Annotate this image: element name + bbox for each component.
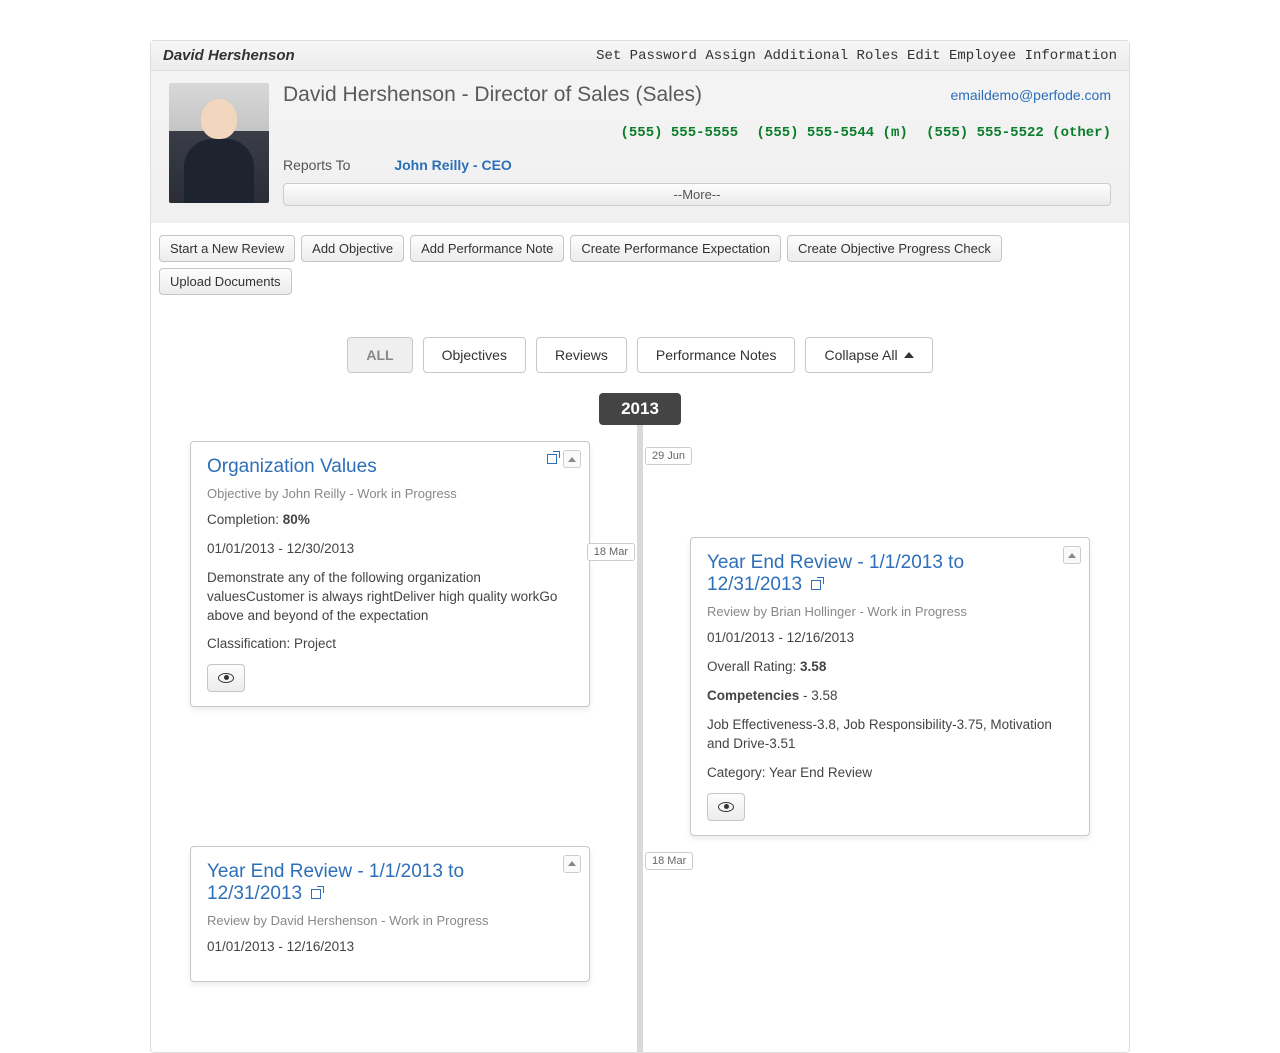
year-badge: 2013 (599, 393, 681, 425)
eye-icon (718, 802, 734, 812)
more-toggle-button[interactable]: --More-- (283, 183, 1111, 206)
competencies-breakdown: Job Effectiveness-3.8, Job Responsibilit… (707, 716, 1073, 754)
filter-row: ALL Objectives Reviews Performance Notes… (151, 307, 1129, 393)
collapse-all-label: Collapse All (824, 347, 897, 363)
card-subtitle: Review by Brian Hollinger - Work in Prog… (707, 604, 1073, 619)
assign-roles-link[interactable]: Assign Additional Roles (705, 48, 898, 64)
add-performance-note-button[interactable]: Add Performance Note (410, 235, 564, 262)
action-buttons-row: Start a New Review Add Objective Add Per… (151, 222, 1129, 307)
popout-icon[interactable] (811, 580, 821, 590)
phones-row: (555) 555-5555 (555) 555-5544 (m) (555) … (283, 125, 1111, 141)
card-subtitle: Review by David Hershenson - Work in Pro… (207, 913, 573, 928)
caret-up-icon (904, 352, 914, 358)
caret-up-icon (1068, 553, 1076, 558)
topbar-actions: Set Password Assign Additional Roles Edi… (596, 48, 1117, 64)
timeline-card-review: Year End Review - 1/1/2013 to 12/31/2013… (690, 537, 1090, 835)
overall-rating-value: 3.58 (800, 659, 826, 674)
topbar-employee-name: David Hershenson (163, 47, 295, 64)
reports-to-label: Reports To (283, 157, 350, 173)
filter-objectives-button[interactable]: Objectives (423, 337, 526, 373)
reports-to-link[interactable]: John Reilly - CEO (394, 157, 511, 173)
completion-label: Completion: (207, 512, 283, 527)
phone-main: (555) 555-5555 (620, 125, 738, 141)
filter-notes-button[interactable]: Performance Notes (637, 337, 796, 373)
create-progress-check-button[interactable]: Create Objective Progress Check (787, 235, 1002, 262)
overall-rating-label: Overall Rating: (707, 659, 800, 674)
avatar (169, 83, 269, 203)
edit-employee-link[interactable]: Edit Employee Information (907, 48, 1117, 64)
card-title[interactable]: Year End Review - 1/1/2013 to 12/31/2013 (207, 861, 573, 905)
competencies-label: Competencies (707, 688, 799, 703)
card-category: Category: Year End Review (707, 764, 1073, 783)
upload-documents-button[interactable]: Upload Documents (159, 268, 292, 295)
date-flag: 29 Jun (645, 447, 692, 465)
add-objective-button[interactable]: Add Objective (301, 235, 404, 262)
competencies-value: - 3.58 (799, 688, 837, 703)
card-date-range: 01/01/2013 - 12/16/2013 (707, 629, 1073, 648)
create-expectation-button[interactable]: Create Performance Expectation (570, 235, 781, 262)
topbar: David Hershenson Set Password Assign Add… (151, 41, 1129, 71)
timeline: 2013 29 Jun Organization Values Objectiv… (151, 393, 1129, 1052)
date-flag: 18 Mar (587, 543, 635, 561)
filter-all-button[interactable]: ALL (347, 337, 412, 373)
profile-title: David Hershenson - Director of Sales (Sa… (283, 83, 702, 107)
view-button[interactable] (707, 793, 745, 821)
caret-up-icon (568, 457, 576, 462)
completion-value: 80% (283, 512, 310, 527)
card-collapse-button[interactable] (563, 855, 581, 873)
timeline-card-review: Year End Review - 1/1/2013 to 12/31/2013… (190, 846, 590, 982)
profile-email-link[interactable]: emaildemo@perfode.com (950, 87, 1111, 103)
phone-other: (555) 555-5522 (other) (926, 125, 1111, 141)
card-collapse-button[interactable] (1063, 546, 1081, 564)
card-title[interactable]: Year End Review - 1/1/2013 to 12/31/2013 (707, 552, 1073, 596)
card-collapse-button[interactable] (563, 450, 581, 468)
collapse-all-button[interactable]: Collapse All (805, 337, 932, 373)
set-password-link[interactable]: Set Password (596, 48, 697, 64)
start-review-button[interactable]: Start a New Review (159, 235, 295, 262)
card-subtitle: Objective by John Reilly - Work in Progr… (207, 486, 573, 501)
phone-mobile: (555) 555-5544 (m) (757, 125, 908, 141)
popout-icon[interactable] (547, 452, 557, 467)
profile-header: David Hershenson - Director of Sales (Sa… (151, 71, 1129, 222)
filter-reviews-button[interactable]: Reviews (536, 337, 627, 373)
date-flag: 18 Mar (645, 852, 693, 870)
caret-up-icon (568, 861, 576, 866)
card-title[interactable]: Organization Values (207, 456, 573, 478)
card-date-range: 01/01/2013 - 12/16/2013 (207, 938, 573, 957)
popout-icon[interactable] (311, 889, 321, 899)
